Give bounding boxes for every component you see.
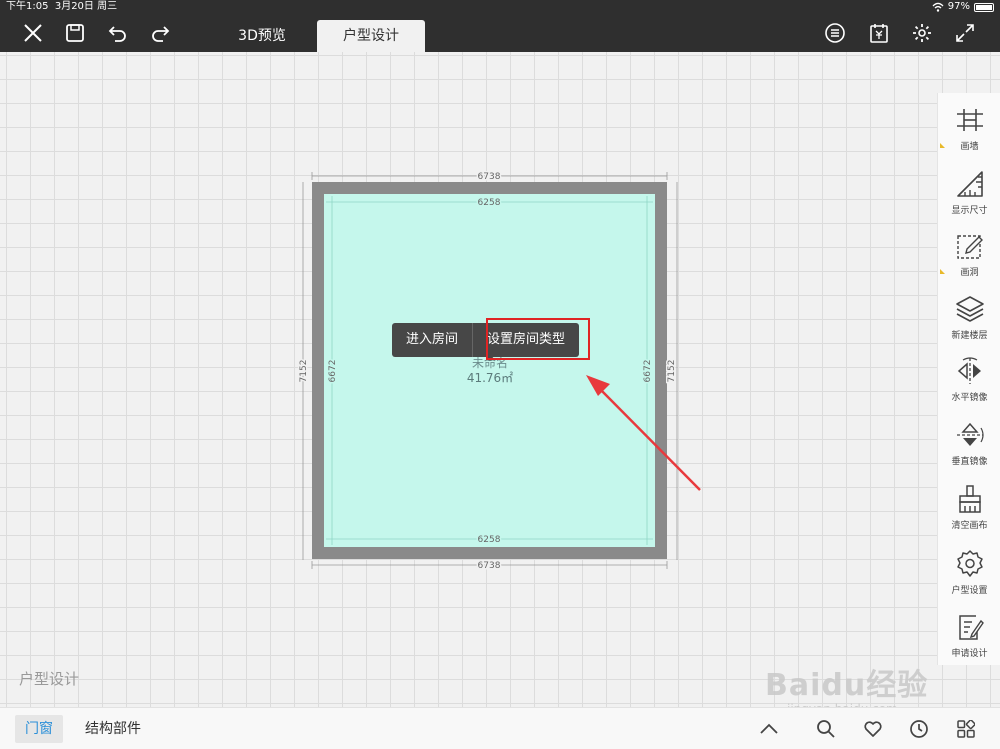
status-right: 97% — [932, 0, 994, 14]
status-date: 3月20日 周三 — [54, 1, 118, 12]
status-time: 下午1:05 — [6, 1, 49, 12]
watermark-brand: Baidu经验 — [765, 668, 929, 703]
tab-floorplan-design[interactable]: 户型设计 — [317, 20, 425, 52]
chevron-up-icon[interactable] — [757, 717, 781, 741]
sidebar-item-floorplan-settings[interactable]: 户型设置 — [938, 543, 1000, 603]
save-icon[interactable] — [60, 18, 90, 48]
top-toolbar: 3D预览 户型设计 — [0, 14, 1000, 52]
hole-draw-icon — [957, 235, 983, 259]
sidebar-label: 显示尺寸 — [951, 206, 988, 216]
fullscreen-icon[interactable] — [950, 18, 980, 48]
battery-icon — [974, 2, 994, 12]
canvas-mode-label: 户型设计 — [19, 670, 80, 688]
layers-icon — [956, 296, 984, 322]
wall-draw-icon — [957, 109, 983, 131]
sidebar-label: 清空画布 — [951, 521, 988, 531]
dim-outer-left: 7152 — [299, 360, 309, 383]
status-bar: 下午1:05 3月20日 周三 97% — [0, 0, 1000, 14]
sidebar-label: 画洞 — [960, 268, 979, 278]
tab-doors-windows[interactable]: 门窗 — [15, 715, 63, 743]
sidebar-label: 新建楼层 — [951, 331, 988, 341]
sidebar-item-clear-canvas[interactable]: 清空画布 — [938, 478, 1000, 538]
room-area-label: 41.76㎡ — [466, 371, 514, 385]
ruler-icon — [957, 171, 983, 197]
mirror-horizontal-icon — [957, 357, 981, 384]
status-time-date: 下午1:05 3月20日 周三 — [6, 0, 117, 14]
dim-inner-top: 6258 — [478, 198, 501, 208]
search-icon[interactable] — [814, 717, 838, 741]
mirror-vertical-icon — [957, 422, 984, 446]
dim-inner-left: 6672 — [328, 360, 338, 383]
history-clock-icon[interactable] — [907, 717, 931, 741]
dim-inner-bottom: 6258 — [478, 535, 501, 545]
wifi-icon — [932, 2, 944, 12]
bottom-toolbar: 门窗 结构部件 — [0, 707, 1000, 749]
sidebar-label: 画墙 — [960, 142, 979, 152]
heart-icon[interactable] — [861, 717, 885, 741]
tab-structure-parts[interactable]: 结构部件 — [75, 715, 151, 743]
sidebar-item-mirror-horizontal[interactable]: 水平镜像 — [938, 350, 1000, 410]
sidebar-label: 垂直镜像 — [951, 457, 988, 467]
sidebar-item-draw-hole[interactable]: 画洞 — [938, 225, 1000, 285]
sidebar-label: 水平镜像 — [951, 393, 988, 403]
grid-apps-icon[interactable] — [954, 717, 978, 741]
dim-outer-bottom: 6738 — [478, 561, 501, 571]
redo-icon[interactable] — [145, 18, 175, 48]
sidebar-marker — [940, 269, 945, 274]
sidebar-item-draw-wall[interactable]: 画墙 — [938, 99, 1000, 159]
right-tool-sidebar: 画墙 显示尺寸 画洞 新建楼层 水平镜像 垂直镜像 清空画布 户型设置 申请设计 — [937, 93, 1000, 665]
list-circle-icon[interactable] — [820, 18, 850, 48]
apply-design-icon — [959, 615, 984, 640]
annotation-arrow — [586, 375, 701, 491]
gear-icon — [957, 550, 983, 577]
sidebar-item-new-floor[interactable]: 新建楼层 — [938, 288, 1000, 348]
annotation-highlight-box — [486, 318, 590, 360]
sidebar-item-mirror-vertical[interactable]: 垂直镜像 — [938, 414, 1000, 474]
close-icon[interactable] — [18, 18, 48, 48]
tab-3d-preview[interactable]: 3D预览 — [210, 20, 314, 52]
price-icon[interactable] — [864, 18, 894, 48]
undo-icon[interactable] — [103, 18, 133, 48]
brush-icon — [959, 485, 981, 513]
dim-outer-top: 6738 — [478, 172, 501, 182]
battery-percent: 97% — [947, 1, 970, 12]
sidebar-label: 户型设置 — [951, 586, 988, 596]
settings-icon[interactable] — [907, 18, 937, 48]
sidebar-marker — [940, 143, 945, 148]
enter-room-button[interactable]: 进入房间 — [392, 323, 472, 357]
sidebar-item-show-dimensions[interactable]: 显示尺寸 — [938, 163, 1000, 223]
